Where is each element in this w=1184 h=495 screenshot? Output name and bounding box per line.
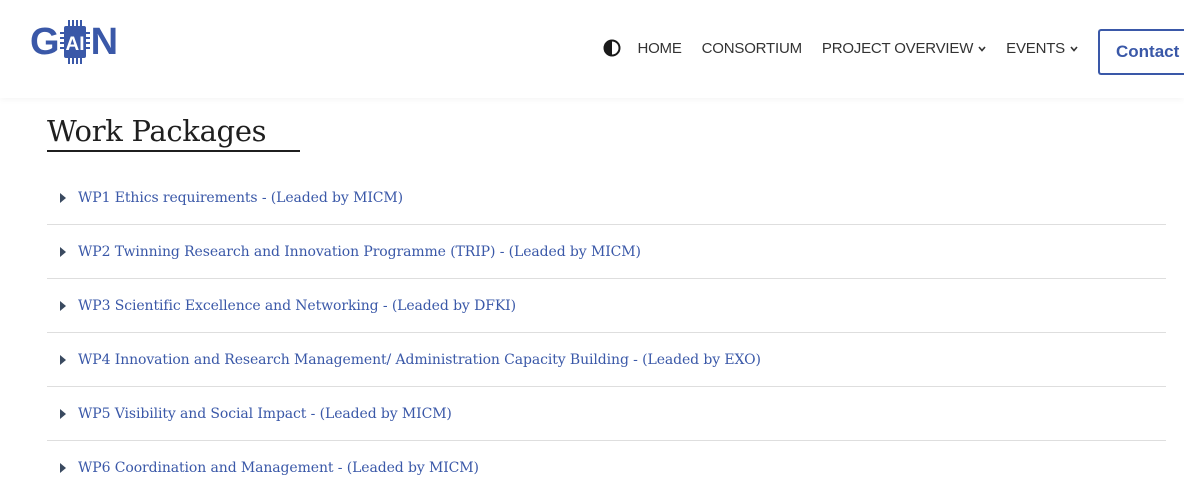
- site-header: G AI N HOME CONSORTIUM PROJECT OVERVIEW …: [0, 0, 1184, 98]
- work-package-label: WP5 Visibility and Social Impact - (Lead…: [78, 405, 452, 422]
- caret-right-icon: [60, 192, 66, 203]
- logo-letter-g: G: [30, 21, 60, 63]
- work-package-item[interactable]: WP2 Twinning Research and Innovation Pro…: [47, 225, 1166, 279]
- nav-events[interactable]: EVENTS: [1006, 40, 1078, 57]
- main-nav: HOME CONSORTIUM PROJECT OVERVIEW EVENTS …: [603, 29, 1184, 75]
- page-title: Work Packages: [47, 112, 300, 152]
- nav-consortium[interactable]: CONSORTIUM: [702, 40, 802, 57]
- work-package-item[interactable]: WP5 Visibility and Social Impact - (Lead…: [47, 387, 1166, 441]
- work-packages-list: WP1 Ethics requirements - (Leaded by MIC…: [47, 171, 1166, 495]
- site-logo[interactable]: G AI N: [30, 12, 118, 72]
- caret-right-icon: [60, 300, 66, 311]
- caret-right-icon: [60, 246, 66, 257]
- work-package-item[interactable]: WP3 Scientific Excellence and Networking…: [47, 279, 1166, 333]
- logo-chip-icon: AI: [59, 20, 90, 64]
- caret-right-icon: [60, 354, 66, 365]
- work-package-label: WP1 Ethics requirements - (Leaded by MIC…: [78, 189, 403, 206]
- work-package-label: WP6 Coordination and Management - (Leade…: [78, 460, 479, 476]
- chevron-down-icon: [1070, 44, 1078, 54]
- nav-home-label: HOME: [637, 39, 682, 57]
- nav-project-overview[interactable]: PROJECT OVERVIEW: [822, 40, 986, 57]
- logo-chip-text: AI: [65, 34, 84, 55]
- work-package-item[interactable]: WP6 Coordination and Management - (Leade…: [47, 441, 1166, 495]
- work-package-item[interactable]: WP4 Innovation and Research Management/ …: [47, 333, 1166, 387]
- work-package-item[interactable]: WP1 Ethics requirements - (Leaded by MIC…: [47, 171, 1166, 225]
- chevron-down-icon: [978, 44, 986, 54]
- nav-events-label: EVENTS: [1006, 39, 1065, 57]
- nav-home[interactable]: HOME: [637, 40, 681, 57]
- contact-button[interactable]: Contact: [1098, 29, 1184, 75]
- caret-right-icon: [60, 408, 66, 419]
- work-package-label: WP4 Innovation and Research Management/ …: [78, 351, 761, 368]
- logo-letter-n: N: [90, 21, 118, 63]
- contrast-icon[interactable]: [603, 39, 621, 57]
- work-package-label: WP3 Scientific Excellence and Networking…: [78, 297, 516, 314]
- work-package-label: WP2 Twinning Research and Innovation Pro…: [78, 243, 641, 260]
- nav-project-overview-label: PROJECT OVERVIEW: [821, 39, 974, 57]
- caret-right-icon: [60, 463, 66, 473]
- nav-consortium-label: CONSORTIUM: [701, 39, 802, 57]
